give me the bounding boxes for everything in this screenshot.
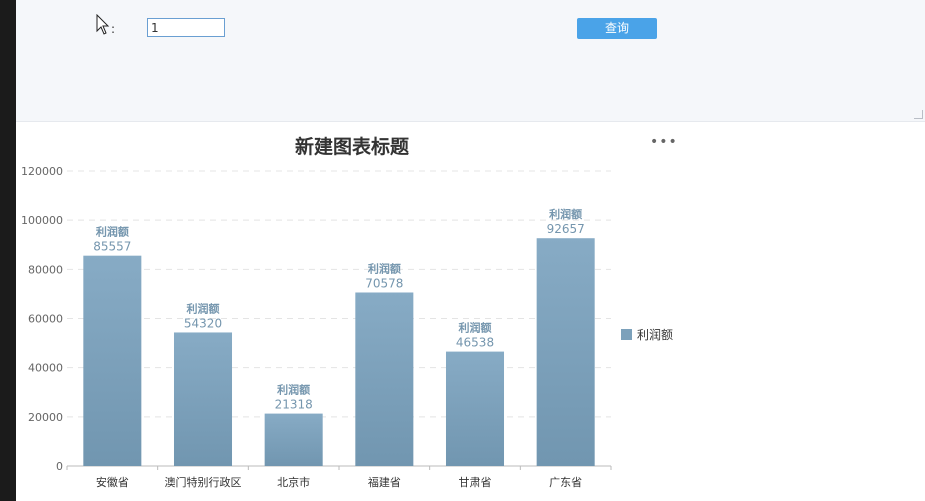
x-tick-label: 福建省 — [368, 475, 401, 489]
x-tick-label: 甘肃省 — [459, 476, 492, 489]
data-label-value: 21318 — [275, 398, 313, 412]
bar — [355, 292, 414, 466]
data-label-series: 利润额 — [187, 301, 220, 315]
data-label-value: 54320 — [184, 316, 222, 330]
bar — [445, 351, 505, 466]
legend: 利润额 — [621, 328, 673, 342]
data-label-series: 利润额 — [96, 225, 129, 239]
bar — [264, 413, 323, 466]
x-tick-label: 广东省 — [549, 476, 582, 489]
y-tick-label: 120000 — [21, 165, 63, 178]
data-label-value: 85557 — [93, 240, 131, 254]
legend-swatch — [621, 329, 632, 340]
bar-chart: 0 20000 40000 60000 80000 100000 120000 安徽省 澳门特别… — [21, 165, 673, 489]
x-tick-label: 澳门特别行政区 — [165, 475, 242, 489]
bar — [536, 238, 595, 466]
y-tick-label: 40000 — [28, 362, 63, 375]
bar — [83, 255, 142, 466]
data-label-series: 利润额 — [277, 383, 310, 397]
bar — [173, 332, 233, 466]
legend-label: 利润额 — [637, 328, 673, 342]
data-label-series: 利润额 — [549, 207, 582, 221]
y-tick-label: 0 — [56, 460, 63, 473]
data-label-value: 70578 — [365, 276, 403, 290]
data-labels: 利润额85557利润额54320利润额21318利润额70578利润额46538… — [93, 207, 585, 411]
y-tick-label: 100000 — [21, 214, 63, 227]
y-tick-label: 20000 — [28, 411, 63, 424]
data-label-series: 利润额 — [459, 321, 492, 335]
data-label-value: 46538 — [456, 336, 494, 350]
data-label-series: 利润额 — [368, 261, 401, 275]
x-tick-label: 安徽省 — [96, 475, 129, 489]
bars — [83, 238, 595, 466]
grid-lines — [67, 170, 611, 418]
y-tick-label: 60000 — [28, 313, 63, 326]
x-tick-label: 北京市 — [277, 475, 310, 489]
y-tick-label: 80000 — [28, 263, 63, 276]
data-label-value: 92657 — [547, 222, 585, 236]
